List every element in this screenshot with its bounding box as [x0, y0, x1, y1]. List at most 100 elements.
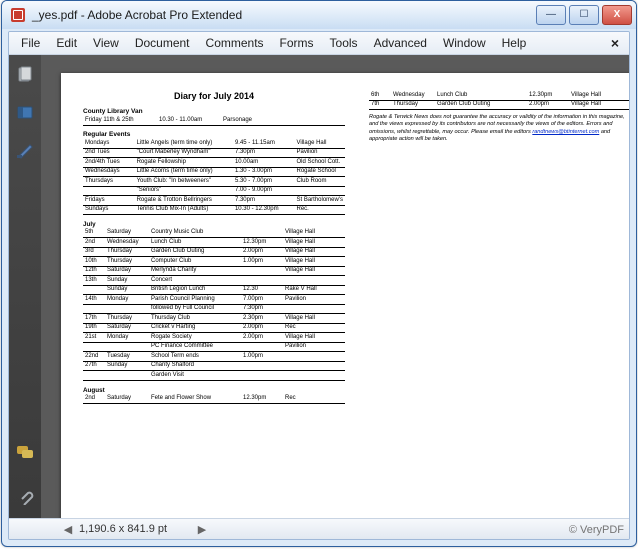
- pdf-icon: [10, 7, 26, 23]
- table-cell: 14th: [83, 295, 105, 305]
- table-cell: Tuesday: [105, 352, 149, 362]
- july-header: July: [83, 221, 345, 229]
- table-cell: Sunday: [105, 361, 149, 371]
- table-cell: Fridays: [83, 196, 135, 206]
- attachments-panel-icon[interactable]: [15, 486, 35, 506]
- table-cell: Village Hall: [569, 91, 629, 100]
- menu-advanced[interactable]: Advanced: [366, 34, 435, 52]
- table-cell: Garden Club Outing: [149, 247, 241, 257]
- table-cell: Little Angels (term time only): [135, 139, 233, 148]
- table-cell: Village Hall: [295, 139, 346, 148]
- table-cell: Sunday: [105, 285, 149, 295]
- table-cell: Rogate & Trotton Bellringers: [135, 196, 233, 206]
- table-cell: 9.45 - 11.15am: [233, 139, 295, 148]
- bookmarks-panel-icon[interactable]: [15, 103, 35, 123]
- table-cell: Concert: [149, 276, 241, 286]
- table-cell: Village Hall: [283, 314, 345, 324]
- august-table: 2ndSaturdayFete and Flower Show12.30pmRe…: [83, 395, 345, 405]
- status-bar: ◀ 1,190.6 x 841.9 pt ▶: [9, 518, 629, 539]
- menu-view[interactable]: View: [85, 34, 127, 52]
- table-cell: [83, 186, 135, 196]
- close-document-button[interactable]: ×: [605, 35, 625, 51]
- menu-comments[interactable]: Comments: [198, 34, 272, 52]
- table-cell: Sunday: [105, 276, 149, 286]
- table-cell: Parish Council Planning: [149, 295, 241, 305]
- table-cell: Rec: [283, 323, 345, 333]
- table-cell: 17th: [83, 314, 105, 324]
- table-cell: Pavilion: [295, 148, 346, 158]
- table-cell: Thursday Club: [149, 314, 241, 324]
- prev-page-arrow[interactable]: ◀: [61, 523, 75, 536]
- table-cell: Village Hall: [283, 333, 345, 343]
- table-cell: Saturday: [105, 395, 149, 404]
- regular-events-table: MondaysLittle Angels (term time only)9.4…: [83, 139, 345, 215]
- table-cell: Saturday: [105, 323, 149, 333]
- table-cell: 5th: [83, 229, 105, 238]
- table-cell: [105, 304, 149, 314]
- table-cell: [283, 276, 345, 286]
- menu-tools[interactable]: Tools: [322, 34, 366, 52]
- table-cell: Charity Shalford: [149, 361, 241, 371]
- table-cell: 2.30pm: [241, 314, 283, 324]
- menu-document[interactable]: Document: [127, 34, 198, 52]
- table-cell: Rogate Fellowship: [135, 158, 233, 168]
- maximize-button[interactable]: ☐: [569, 5, 599, 25]
- table-cell: [83, 304, 105, 314]
- table-cell: [241, 361, 283, 371]
- table-cell: 7.30pm: [233, 196, 295, 206]
- table-cell: [241, 371, 283, 381]
- table-cell: 22nd: [83, 352, 105, 362]
- menu-bar: File Edit View Document Comments Forms T…: [9, 32, 629, 55]
- next-page-arrow[interactable]: ▶: [195, 523, 209, 536]
- comments-panel-icon[interactable]: [15, 442, 35, 462]
- title-bar[interactable]: _yes.pdf - Adobe Acrobat Pro Extended — …: [2, 1, 636, 29]
- table-cell: Thursday: [391, 100, 435, 110]
- minimize-button[interactable]: —: [536, 5, 566, 25]
- close-button[interactable]: X: [602, 5, 632, 25]
- table-cell: 12.30pm: [527, 91, 569, 100]
- table-cell: Thursday: [105, 314, 149, 324]
- table-cell: Wednesdays: [83, 167, 135, 177]
- table-cell: Lunch Club: [435, 91, 527, 100]
- table-cell: 2.00pm: [527, 100, 569, 110]
- table-cell: 12.30pm: [241, 238, 283, 248]
- table-cell: Village Hall: [283, 238, 345, 248]
- table-cell: 2nd: [83, 238, 105, 248]
- library-van-header: County Library Van: [83, 108, 345, 116]
- table-cell: 12.30pm: [241, 395, 283, 404]
- table-cell: Mondays: [83, 139, 135, 148]
- table-cell: 3rd: [83, 247, 105, 257]
- table-cell: [283, 304, 345, 314]
- menu-edit[interactable]: Edit: [48, 34, 85, 52]
- table-cell: Lunch Club: [149, 238, 241, 248]
- table-cell: "Court Maberley Wyndham": [135, 148, 233, 158]
- table-cell: Little Acorns (term time only): [135, 167, 233, 177]
- continued-table: 6thWednesdayLunch Club12.30pmVillage Hal…: [369, 91, 629, 110]
- table-cell: 7:30pm: [241, 304, 283, 314]
- pages-panel-icon[interactable]: [15, 65, 35, 85]
- table-cell: Sundays: [83, 205, 135, 215]
- table-cell: 2.00pm: [241, 333, 283, 343]
- table-cell: Village Hall: [283, 266, 345, 276]
- signatures-panel-icon[interactable]: [15, 141, 35, 161]
- document-viewport[interactable]: Diary for July 2014 County Library Van F…: [41, 55, 629, 518]
- table-cell: 12th: [83, 266, 105, 276]
- table-cell: Country Music Club: [149, 229, 241, 238]
- menu-help[interactable]: Help: [494, 34, 535, 52]
- table-cell: [241, 276, 283, 286]
- table-cell: Village Hall: [569, 100, 629, 110]
- menu-window[interactable]: Window: [435, 34, 494, 52]
- table-cell: 7th: [369, 100, 391, 110]
- disclaimer-email-link[interactable]: randtnews@btinternet.com: [532, 129, 599, 135]
- table-cell: Village Hall: [283, 257, 345, 267]
- table-cell: [241, 342, 283, 352]
- table-cell: [105, 342, 149, 352]
- menu-file[interactable]: File: [13, 34, 48, 52]
- table-cell: Rogate Society: [149, 333, 241, 343]
- menu-forms[interactable]: Forms: [272, 34, 322, 52]
- table-cell: 13th: [83, 276, 105, 286]
- table-cell: Club Room: [295, 177, 346, 187]
- table-cell: Rec: [283, 395, 345, 404]
- table-cell: [83, 371, 105, 381]
- table-cell: St Bartholomew's: [295, 196, 346, 206]
